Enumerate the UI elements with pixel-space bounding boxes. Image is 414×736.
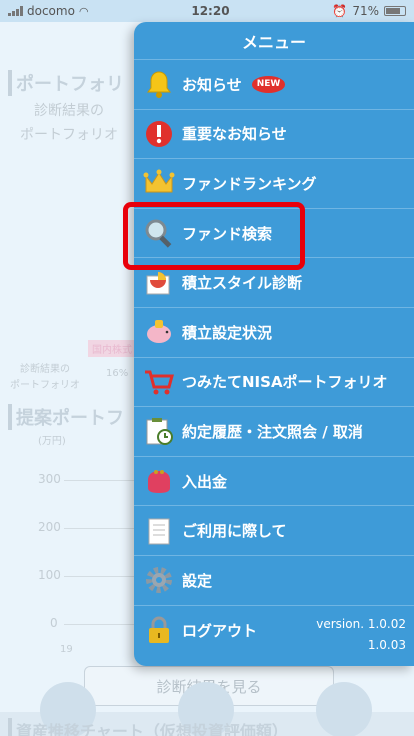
menu-item-label: つみたてNISAポートフォリオ	[182, 373, 388, 392]
grid-line	[64, 480, 134, 481]
menu-item-nisa-portfolio[interactable]: つみたてNISAポートフォリオ	[134, 358, 414, 408]
menu-item-notices[interactable]: お知らせ NEW	[134, 60, 414, 110]
document-icon	[142, 514, 176, 548]
status-time: 12:20	[191, 4, 230, 18]
alarm-icon: ⏰	[332, 4, 348, 18]
side-menu: メニュー お知らせ NEW 重要なお知らせ ファンドランキング ファンド検索 積…	[134, 22, 414, 666]
menu-item-label: ご利用に際して	[182, 522, 287, 541]
diagnosis-label-2: ポートフォリオ	[20, 127, 118, 143]
axis-label: 0	[50, 616, 58, 630]
menu-item-label: ログアウト	[182, 621, 258, 640]
menu-item-label: 積立スタイル診断	[182, 274, 303, 293]
battery-icon	[384, 6, 406, 16]
axis-label: 100	[38, 568, 61, 582]
axis-label: 300	[38, 472, 61, 486]
x-axis-label: 19	[60, 644, 73, 655]
status-bar: docomo ◠ 12:20 ⏰ 71%	[0, 0, 414, 22]
menu-item-order-history[interactable]: 約定履歴・注文照会 / 取消	[134, 407, 414, 457]
diagnosis-label-1: 診断結果の	[34, 103, 104, 119]
padlock-icon	[142, 613, 176, 647]
clipboard-clock-icon	[142, 414, 176, 448]
menu-item-label: 重要なお知らせ	[182, 125, 287, 144]
piggy-bank-icon	[142, 315, 176, 349]
legend-label-2: ポートフォリオ	[10, 380, 80, 391]
menu-item-label: 設定	[182, 571, 213, 590]
menu-item-label: お知らせ	[182, 75, 242, 94]
percent-label: 16%	[106, 368, 129, 379]
menu-tab-icon	[316, 682, 372, 736]
status-right: ⏰ 71%	[332, 4, 406, 18]
menu-item-label: 約定履歴・注文照会 / 取消	[182, 422, 363, 441]
menu-item-terms-of-use[interactable]: ご利用に際して	[134, 506, 414, 556]
menu-item-deposit-withdrawal[interactable]: 入出金	[134, 457, 414, 507]
pink-badge: 国内株式	[88, 340, 136, 357]
version-line-2: 1.0.03	[367, 637, 406, 652]
menu-item-setting-status[interactable]: 積立設定状況	[134, 308, 414, 358]
wifi-icon: ◠	[78, 4, 89, 18]
unit-label: (万円)	[38, 436, 66, 447]
alert-icon	[142, 117, 176, 151]
menu-item-label: 積立設定状況	[182, 323, 273, 342]
purse-icon	[142, 464, 176, 498]
version-line-1: version. 1.0.02	[316, 616, 406, 631]
gear-icon	[142, 563, 176, 597]
new-badge: NEW	[251, 75, 286, 93]
portfolio-section-title: ポートフォリ	[8, 70, 124, 96]
cart-icon	[142, 365, 176, 399]
menu-item-settings[interactable]: 設定	[134, 556, 414, 606]
proposal-section-title: 提案ポートフ	[8, 404, 124, 430]
menu-item-label: ファンドランキング	[182, 174, 317, 193]
status-left: docomo ◠	[8, 4, 89, 18]
carrier-label: docomo	[27, 4, 75, 18]
battery-percent: 71%	[352, 4, 379, 18]
grid-line	[64, 624, 134, 625]
menu-title: メニュー	[134, 22, 414, 60]
version-info: version. 1.0.02 1.0.03	[316, 614, 406, 656]
grid-line	[64, 576, 134, 577]
chart-icon	[142, 266, 176, 300]
signal-icon	[8, 6, 23, 16]
crown-icon	[142, 166, 176, 200]
menu-item-label: 入出金	[182, 472, 228, 491]
bell-icon	[142, 67, 176, 101]
legend-label-1: 診断結果の	[20, 364, 70, 375]
asset-chart-title: 資産推移チャート（仮想投資評価額）	[8, 718, 288, 736]
menu-item-logout[interactable]: ログアウト version. 1.0.02 1.0.03	[134, 606, 414, 656]
grid-line	[64, 528, 134, 529]
menu-item-important-notices[interactable]: 重要なお知らせ	[134, 110, 414, 160]
highlight-frame	[123, 202, 305, 270]
axis-label: 200	[38, 520, 61, 534]
